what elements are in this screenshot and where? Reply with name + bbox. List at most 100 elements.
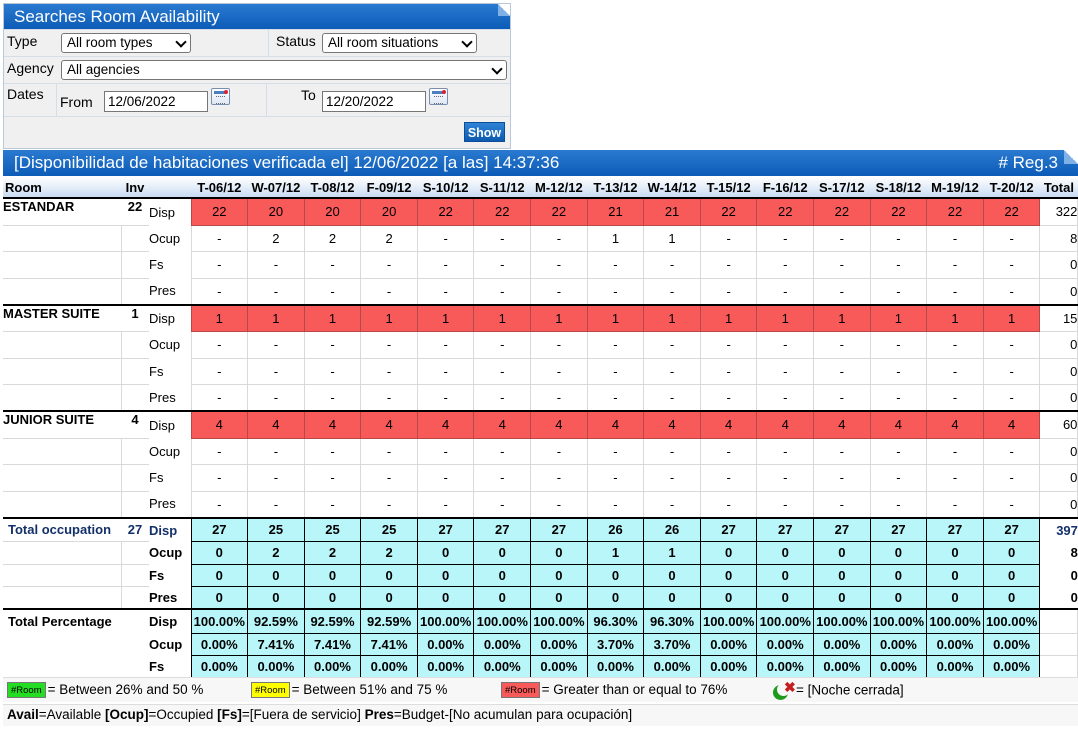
search-panel-header: Searches Room Availability (4, 4, 510, 29)
table-cell: - (813, 331, 871, 359)
empty-cell (3, 464, 122, 491)
empty-cell (121, 541, 149, 564)
table-cell: - (756, 357, 815, 385)
table-row: Ocup -2 2 2- - -1 1- - - - - -8 (3, 224, 1078, 252)
table-cell: - (813, 384, 871, 412)
table-cell: - (360, 464, 418, 492)
table-cell: 0.00% (473, 632, 532, 656)
table-cell: - (473, 331, 532, 359)
table-cell: 1 (360, 303, 418, 332)
table-cell: - (530, 357, 588, 385)
table-cell: 0 (473, 541, 532, 565)
table-cell: - (586, 277, 645, 305)
table-row: Fs 0 0 0 0 0 0 0 0 0 0 0 0 0 0 0 0 (3, 563, 1078, 587)
table-cell: 0 (360, 586, 418, 610)
column-header-date: T-15/12 (700, 177, 757, 198)
to-calendar-icon[interactable] (429, 88, 448, 105)
table-cell: 20 (247, 197, 305, 226)
table-cell: - (586, 357, 645, 385)
table-cell: 22 (982, 197, 1041, 226)
table-cell: 27 (756, 516, 815, 542)
table-cell: - (926, 437, 984, 465)
row-total: 0 (1039, 464, 1078, 492)
column-header-date: M-12/12 (530, 177, 588, 198)
table-cell: 0 (530, 586, 588, 610)
table-cell: 1 (643, 303, 701, 332)
from-date-value: 12/06/2022 (108, 94, 176, 109)
table-cell: - (643, 251, 701, 279)
column-header-date: T-08/12 (304, 177, 361, 198)
show-button[interactable]: Show (464, 122, 505, 142)
column-header-date: F-09/12 (360, 177, 418, 198)
table-cell: 7.41% (247, 632, 305, 656)
table-cell: 0 (813, 586, 871, 610)
empty-cell (121, 490, 149, 518)
column-header-date: S-11/12 (473, 177, 531, 198)
room-type-select[interactable]: All room types (61, 33, 191, 53)
table-cell: - (699, 224, 758, 252)
table-cell: 1 (303, 303, 362, 332)
table-cell: 0.00% (869, 655, 928, 679)
empty-cell (121, 251, 149, 278)
row-label: Ocup (149, 443, 181, 459)
table-cell: 100.00% (926, 608, 984, 634)
row-label: Fs (149, 567, 165, 583)
status-label: Status (276, 33, 316, 49)
row-label: Ocup (149, 230, 181, 246)
table-cell: - (303, 251, 362, 279)
from-calendar-icon[interactable] (211, 88, 230, 105)
table-cell: - (699, 437, 758, 465)
empty-cell (1039, 655, 1078, 679)
table-cell: 0.00% (699, 632, 758, 656)
table-cell: - (360, 357, 418, 385)
from-date-input[interactable]: 12/06/2022 (104, 91, 208, 112)
table-cell: 100.00% (982, 608, 1041, 634)
table-cell: - (530, 464, 588, 492)
table-cell: - (416, 490, 475, 518)
table-cell: 4 (699, 410, 758, 439)
corner-fold-icon (498, 4, 510, 16)
agency-select[interactable]: All agencies (61, 60, 507, 80)
type-label: Type (7, 33, 38, 49)
table-cell: - (416, 277, 475, 305)
table-cell: - (699, 384, 758, 412)
table-cell: - (926, 331, 984, 359)
table-cell: 1 (190, 303, 249, 332)
empty-cell (3, 251, 122, 278)
table-cell: 0 (926, 586, 984, 610)
corner-fold-icon (1064, 150, 1078, 164)
empty-cell (3, 277, 122, 305)
table-cell: - (416, 384, 475, 412)
empty-cell (3, 541, 122, 564)
table-cell: - (586, 251, 645, 279)
table-cell: 4 (360, 410, 418, 439)
table-cell: 4 (586, 410, 645, 439)
table-cell: 21 (643, 197, 701, 226)
abbr-fs-desc: =[Fuera de servicio] (241, 707, 365, 722)
table-cell: 1 (530, 303, 588, 332)
to-date-input[interactable]: 12/20/2022 (322, 91, 426, 112)
abbr-ocup: [Ocup] (104, 707, 149, 722)
table-cell: - (869, 277, 928, 305)
table-row: Fs - - - - - - - - - - - - - - -0 (3, 251, 1078, 279)
dates-label: Dates (7, 86, 44, 102)
table-cell: 0 (756, 563, 815, 587)
row-total: 60 (1039, 410, 1078, 439)
abbr-avail-desc: =Available (38, 707, 105, 722)
table-cell: - (416, 464, 475, 492)
row-label: Fs (149, 470, 164, 486)
room-status-select[interactable]: All room situations (322, 33, 477, 53)
table-cell: 0 (643, 563, 701, 587)
table-cell: 20 (360, 197, 418, 226)
table-cell: 0 (530, 563, 588, 587)
table-cell: 0.00% (416, 632, 475, 656)
table-cell: 0.00% (869, 632, 928, 656)
table-cell: - (473, 251, 532, 279)
table-cell: 1 (982, 303, 1041, 332)
table-cell: - (473, 384, 532, 412)
row-label: Disp (149, 197, 191, 225)
row-total: 0 (1039, 490, 1078, 518)
table-cell: 27 (473, 516, 532, 542)
agency-label: Agency (7, 60, 54, 76)
table-cell: - (586, 331, 645, 359)
